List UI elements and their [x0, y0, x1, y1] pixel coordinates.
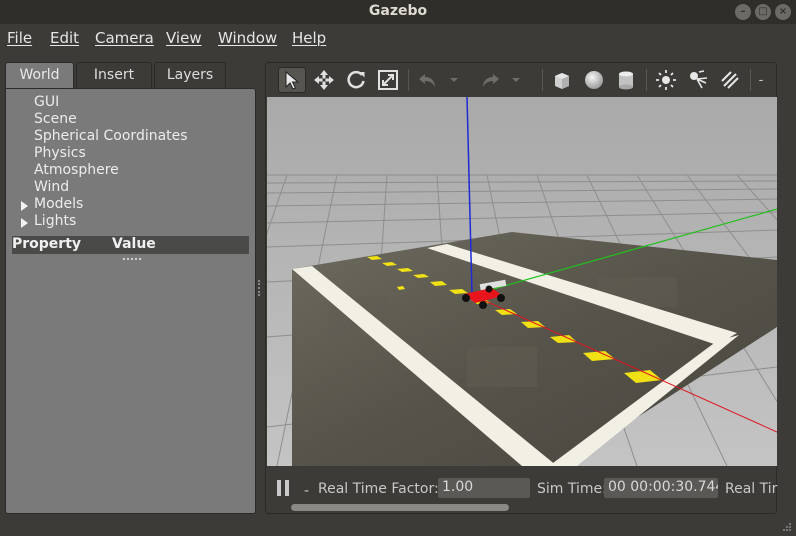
property-column-header[interactable]: Property [12, 236, 81, 252]
translate-icon[interactable] [310, 67, 338, 93]
menu-help[interactable]: Help [292, 29, 326, 47]
toolbar-separator [750, 69, 751, 91]
real-time-label: Real Tir [725, 481, 778, 497]
menu-window[interactable]: Window [218, 29, 277, 47]
tree-item-gui[interactable]: GUI [34, 94, 59, 110]
redo-icon[interactable] [476, 67, 504, 93]
tree-item-models[interactable]: Models [34, 196, 83, 212]
toolbar-separator [408, 69, 409, 91]
menu-camera[interactable]: Camera [95, 29, 154, 47]
tree-item-atmosphere[interactable]: Atmosphere [34, 162, 119, 178]
scene-render[interactable] [267, 97, 777, 466]
menu-bar: File Edit Camera View Window Help [0, 24, 796, 52]
maximize-icon[interactable]: □ [755, 4, 771, 20]
tab-layers[interactable]: Layers [154, 62, 226, 88]
expand-arrow-icon[interactable] [21, 201, 28, 211]
close-icon[interactable]: × [775, 4, 791, 20]
expand-arrow-icon[interactable] [21, 218, 28, 228]
rotate-icon[interactable] [342, 67, 370, 93]
directional-light-icon[interactable] [716, 67, 744, 93]
toolbar: - [266, 63, 776, 97]
tree-item-lights[interactable]: Lights [34, 213, 76, 229]
panel-splitter[interactable] [258, 280, 261, 296]
sphere-icon[interactable] [580, 67, 608, 93]
undo-dropdown-icon[interactable] [446, 67, 462, 93]
tree-item-scene[interactable]: Scene [34, 111, 77, 127]
menu-view[interactable]: View [166, 29, 202, 47]
point-light-icon[interactable] [652, 67, 680, 93]
minimize-icon[interactable]: – [735, 4, 751, 20]
select-arrow-icon[interactable] [278, 67, 306, 93]
resize-grip-icon[interactable] [782, 522, 792, 532]
render-panel: - - Real Time Factor: 1.00 Sim Time: 00 … [265, 62, 777, 514]
tree-item-physics[interactable]: Physics [34, 145, 86, 161]
toolbar-separator [646, 69, 647, 91]
real-time-factor-label: Real Time Factor: [318, 481, 439, 497]
tree-item-wind[interactable]: Wind [34, 179, 69, 195]
window-titlebar[interactable]: Gazebo – □ × [0, 0, 796, 24]
step-control[interactable]: - [304, 483, 309, 499]
world-tree-panel: GUI Scene Spherical Coordinates Physics … [5, 88, 256, 514]
spot-light-icon[interactable] [684, 67, 712, 93]
redo-dropdown-icon[interactable] [508, 67, 524, 93]
box-icon[interactable] [548, 67, 576, 93]
horizontal-scrollbar[interactable] [291, 504, 509, 511]
window-title: Gazebo [368, 3, 428, 19]
toolbar-separator [542, 69, 543, 91]
3d-viewport[interactable] [267, 97, 777, 466]
tab-insert[interactable]: Insert [76, 62, 152, 88]
tab-world[interactable]: World [5, 62, 74, 89]
real-time-factor-value: 1.00 [438, 478, 530, 498]
pause-icon[interactable] [277, 480, 281, 496]
menu-edit[interactable]: Edit [50, 29, 79, 47]
value-column-header[interactable]: Value [112, 236, 156, 252]
menu-file[interactable]: File [7, 29, 32, 47]
sim-time-label: Sim Time: [537, 481, 607, 497]
property-table-header: Property Value [12, 236, 249, 254]
undo-icon[interactable] [414, 67, 442, 93]
cylinder-icon[interactable] [612, 67, 640, 93]
left-panel: World Insert Layers GUI Scene Spherical … [5, 62, 256, 514]
toolbar-overflow[interactable]: - [754, 67, 768, 93]
sim-time-value: 00 00:00:30.744 [604, 478, 718, 498]
splitter-handle[interactable] [123, 258, 141, 261]
tree-item-spherical-coordinates[interactable]: Spherical Coordinates [34, 128, 188, 144]
scale-icon[interactable] [374, 67, 402, 93]
pause-icon[interactable] [285, 480, 289, 496]
status-bar: - Real Time Factor: 1.00 Sim Time: 00 00… [266, 466, 778, 513]
